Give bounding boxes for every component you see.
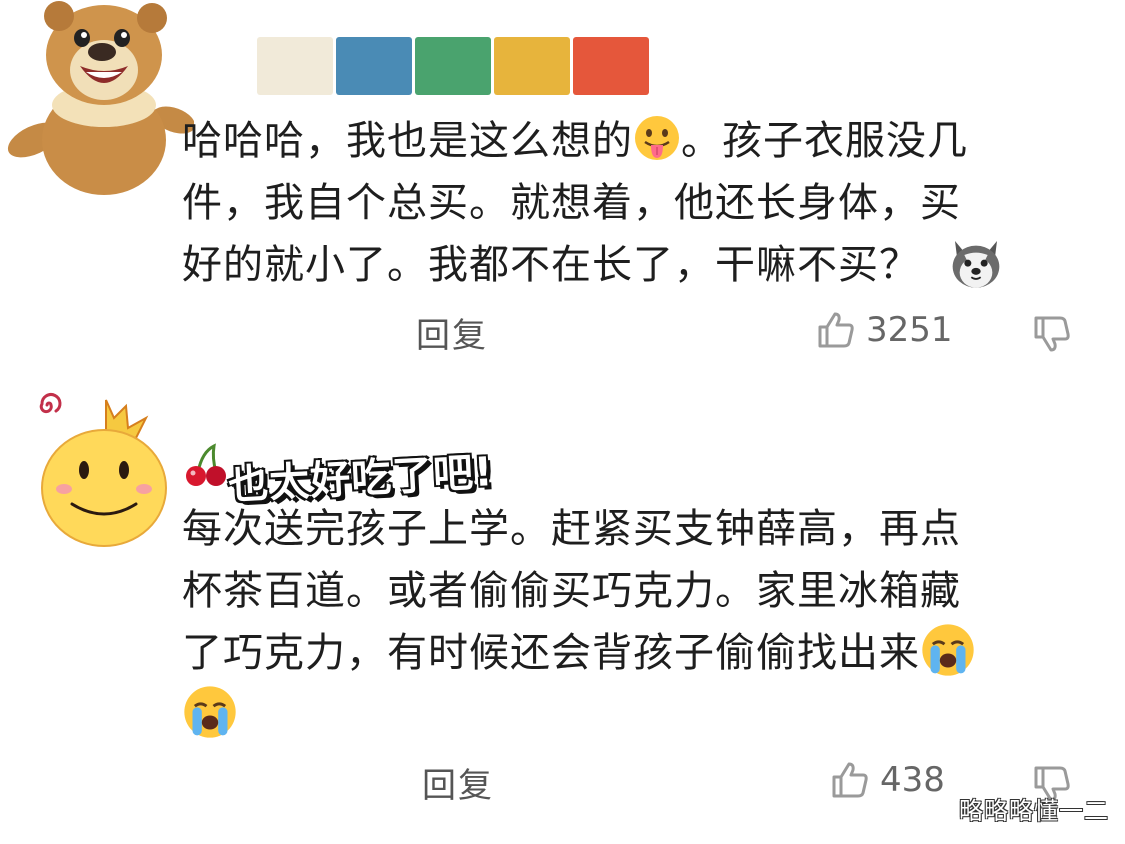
comment-line: 好的就小了。我都不在长了，干嘛不买？ — [182, 234, 1062, 296]
thumbs-up-icon — [832, 762, 868, 798]
like-button[interactable]: 438 — [830, 760, 945, 800]
color-block — [257, 37, 333, 95]
comment-line: 件，我自个总买。就想着，他还长身体，买 — [182, 180, 961, 226]
like-count: 3251 — [866, 310, 953, 350]
username-color-bar[interactable] — [257, 37, 652, 95]
like-button[interactable]: 3251 — [816, 310, 953, 350]
color-block — [573, 37, 649, 95]
comment-line — [182, 684, 1062, 746]
comment-text: 哈哈哈，我也是这么想的 。孩子衣服没几 件，我自个总买。就想着，他还长身体，买 … — [182, 110, 1062, 296]
husky-emoji — [952, 241, 1000, 288]
tongue-out-emoji — [635, 116, 679, 160]
loudly-crying-emoji — [184, 686, 236, 738]
watermark: 略略略懂一二 — [959, 797, 1109, 825]
cherry-icon — [186, 443, 226, 486]
comment-actions: 回复 438 — [0, 758, 1125, 808]
comment-line: 哈哈哈，我也是这么想的 。孩子衣服没几 — [182, 110, 1062, 172]
color-block — [494, 37, 570, 95]
bear-avatar[interactable] — [4, 0, 194, 195]
reply-button[interactable]: 回复 — [416, 308, 488, 357]
comment-line: 了巧克力，有时候还会背孩子偷偷找出来 — [182, 622, 1062, 684]
comment-line: 每次送完孩子上学。赶紧买支钟薛高，再点 — [182, 506, 961, 552]
comment-text: 每次送完孩子上学。赶紧买支钟薛高，再点 杯茶百道。或者偷偷买巧克力。家里冰箱藏 … — [182, 498, 1062, 746]
smiley-crown-avatar[interactable] — [36, 392, 176, 562]
comment-line: 杯茶百道。或者偷偷买巧克力。家里冰箱藏 — [182, 568, 961, 614]
reply-button[interactable]: 回复 — [422, 758, 494, 807]
comment-actions: 回复 3251 — [0, 308, 1125, 358]
thumbs-up-icon — [818, 312, 854, 348]
color-block — [415, 37, 491, 95]
color-block — [336, 37, 412, 95]
like-count: 438 — [880, 760, 945, 800]
loudly-crying-emoji — [922, 624, 974, 676]
thumbs-down-icon[interactable] — [1032, 314, 1072, 354]
